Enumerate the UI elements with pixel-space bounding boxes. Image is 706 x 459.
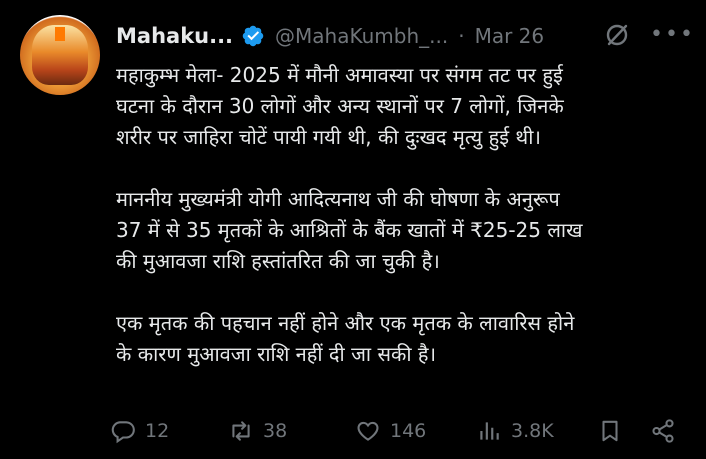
avatar-flag bbox=[55, 27, 65, 41]
reply-button[interactable]: 12 bbox=[110, 418, 169, 444]
avatar[interactable] bbox=[20, 15, 100, 95]
tweet-line: घटना के दौरान 30 लोगों और अन्य स्थानों प… bbox=[116, 94, 564, 118]
grok-icon[interactable] bbox=[604, 22, 630, 48]
tweet-line: के कारण मुआवजा राशि नहीं दी जा सकी है। bbox=[116, 342, 437, 366]
repost-button[interactable]: 38 bbox=[228, 418, 287, 444]
tweet-line: महाकुम्भ मेला- 2025 में मौनी अमावस्या पर… bbox=[116, 63, 563, 87]
repost-count: 38 bbox=[263, 420, 288, 442]
tweet-date[interactable]: Mar 26 bbox=[475, 24, 545, 48]
separator-dot: · bbox=[458, 24, 465, 48]
bookmark-icon bbox=[602, 420, 618, 442]
tweet-line: एक मृतक की पहचान नहीं होने और एक मृतक के… bbox=[116, 311, 575, 335]
like-button[interactable]: 146 bbox=[355, 418, 426, 444]
user-handle[interactable]: @MahaKumbh_... bbox=[275, 24, 448, 48]
tweet-text: महाकुम्भ मेला- 2025 में मौनी अमावस्या पर… bbox=[116, 60, 686, 370]
like-count: 146 bbox=[390, 420, 427, 442]
tweet-line: शरीर पर जाहिरा चोटें पायी गयी थी, की दुः… bbox=[116, 125, 541, 149]
views-button[interactable]: 3.8K bbox=[476, 418, 554, 444]
display-name[interactable]: Mahaku... bbox=[116, 24, 233, 48]
verified-badge-icon bbox=[242, 25, 264, 47]
tweet-line: 37 में से 35 मृतकों के आश्रितों के बैंक … bbox=[116, 218, 583, 242]
tweet-header: Mahaku... @MahaKumbh_... · Mar 26 bbox=[116, 20, 544, 52]
tweet-line: की मुआवजा राशि हस्तांतरित की जा चुकी है। bbox=[116, 249, 440, 273]
tweet-line: माननीय मुख्यमंत्री योगी आदित्यनाथ जी की … bbox=[116, 187, 560, 211]
bookmark-button[interactable] bbox=[597, 418, 623, 444]
views-icon bbox=[480, 422, 499, 440]
reply-icon bbox=[111, 421, 135, 444]
like-icon bbox=[357, 421, 379, 441]
share-button[interactable] bbox=[650, 418, 676, 444]
share-icon bbox=[652, 419, 674, 443]
repost-icon bbox=[232, 421, 250, 441]
action-bar: 12 38 146 3.8K bbox=[110, 418, 680, 450]
more-icon[interactable]: ••• bbox=[650, 22, 695, 47]
reply-count: 12 bbox=[145, 420, 170, 442]
views-count: 3.8K bbox=[511, 420, 554, 442]
